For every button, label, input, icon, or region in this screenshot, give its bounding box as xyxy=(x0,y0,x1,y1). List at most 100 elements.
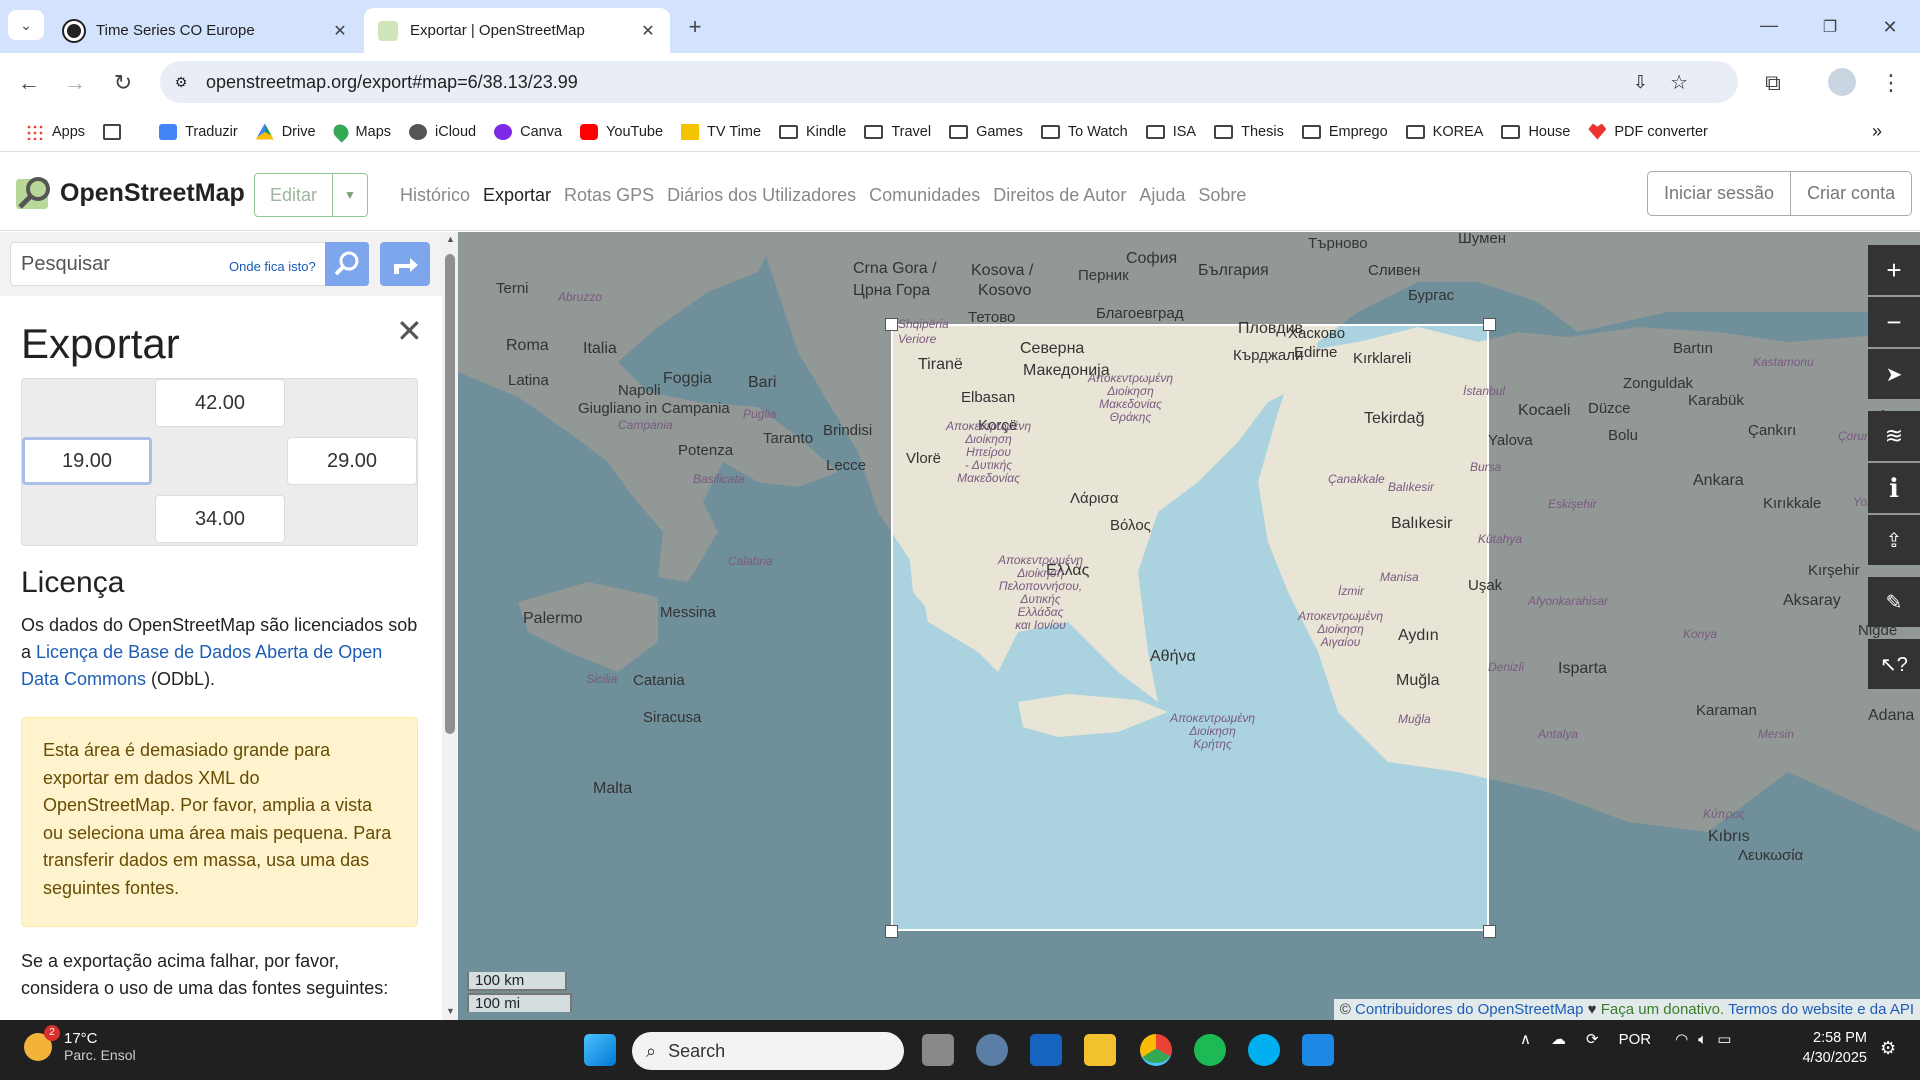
edit-button[interactable]: Editar ▼ xyxy=(254,173,368,217)
where-is-this-link[interactable]: Onde fica isto? xyxy=(229,259,316,274)
nav-link-7[interactable]: Sobre xyxy=(1198,185,1246,206)
browser-menu-icon[interactable]: ⋮ xyxy=(1876,68,1906,98)
locate-icon[interactable]: ➤ xyxy=(1868,349,1920,399)
selection-handle[interactable] xyxy=(885,318,898,331)
more-bookmarks-icon[interactable]: » xyxy=(1872,121,1882,142)
selection-handle[interactable] xyxy=(1483,318,1496,331)
sidebar-scrollbar[interactable]: ▲ ▼ xyxy=(442,232,458,1020)
spotify-icon[interactable] xyxy=(1194,1034,1226,1066)
donate-link[interactable]: Faça um donativo. xyxy=(1601,1001,1724,1018)
west-input[interactable]: 19.00 xyxy=(22,437,152,485)
outlook-icon[interactable] xyxy=(1030,1034,1062,1066)
bookmark-tv-time[interactable]: TV Time xyxy=(681,123,761,140)
close-sidebar-icon[interactable]: ✕ xyxy=(396,312,423,350)
search-input[interactable]: Pesquisar xyxy=(21,253,110,276)
tab-time-series[interactable]: Time Series CO Europe ✕ xyxy=(50,8,362,53)
chrome-icon[interactable] xyxy=(1140,1034,1172,1066)
address-bar[interactable]: ⚙ openstreetmap.org/export#map=6/38.13/2… xyxy=(160,61,1738,103)
share-icon[interactable]: ⇪ xyxy=(1868,515,1920,565)
bookmark-icloud[interactable]: iCloud xyxy=(409,123,476,140)
skype-icon[interactable] xyxy=(1248,1034,1280,1066)
wifi-icon[interactable]: ◠ xyxy=(1675,1030,1688,1048)
tray-chevron-icon[interactable]: ∧ xyxy=(1520,1030,1531,1048)
bookmark-tab-groups[interactable] xyxy=(103,123,129,140)
bookmark-games[interactable]: Games xyxy=(949,124,1023,140)
back-icon[interactable]: ← xyxy=(14,68,44,98)
bookmark-star-icon[interactable]: ☆ xyxy=(1670,70,1688,95)
bookmark-youtube[interactable]: YouTube xyxy=(580,123,663,140)
osm-logo[interactable]: OpenStreetMap xyxy=(14,173,245,213)
language-indicator[interactable]: POR xyxy=(1619,1031,1652,1048)
close-tab-icon[interactable]: ✕ xyxy=(636,19,660,43)
bookmark-apps[interactable]: Apps xyxy=(26,123,85,140)
volume-icon[interactable]: 🔈︎ xyxy=(1698,1031,1707,1048)
bookmark-maps[interactable]: Maps xyxy=(329,120,391,143)
notifications-icon[interactable]: ⚙ xyxy=(1880,1038,1896,1059)
bookmark-kindle[interactable]: Kindle xyxy=(779,124,846,140)
clock[interactable]: 2:58 PM 4/30/2025 xyxy=(1795,1028,1867,1068)
tab-osm-export[interactable]: Exportar | OpenStreetMap ✕ xyxy=(364,8,670,53)
signup-button[interactable]: Criar conta xyxy=(1791,172,1911,215)
query-features-icon[interactable]: ↖? xyxy=(1868,639,1920,689)
directions-button[interactable] xyxy=(380,242,430,286)
bookmark-traduzir[interactable]: Traduzir xyxy=(159,123,238,140)
bookmark-canva[interactable]: Canva xyxy=(494,123,562,140)
forward-icon[interactable]: → xyxy=(60,68,90,98)
edit-label[interactable]: Editar xyxy=(255,174,333,216)
task-view-icon[interactable] xyxy=(922,1034,954,1066)
battery-icon[interactable]: ▭ xyxy=(1717,1030,1731,1048)
vscode-icon[interactable] xyxy=(1302,1034,1334,1066)
file-explorer-icon[interactable] xyxy=(1084,1034,1116,1066)
nav-link-1[interactable]: Exportar xyxy=(483,185,551,206)
bookmark-emprego[interactable]: Emprego xyxy=(1301,124,1388,140)
zoom-in-icon[interactable]: + xyxy=(1868,245,1920,295)
zoom-out-icon[interactable]: − xyxy=(1868,297,1920,347)
restore-icon[interactable]: ❐ xyxy=(1815,12,1845,42)
north-input[interactable]: 42.00 xyxy=(155,379,285,427)
nav-link-4[interactable]: Comunidades xyxy=(869,185,980,206)
minimize-icon[interactable]: — xyxy=(1754,10,1784,40)
scrollbar-thumb[interactable] xyxy=(445,254,455,734)
sync-icon[interactable]: ⟳ xyxy=(1586,1030,1599,1048)
add-note-icon[interactable]: ✎ xyxy=(1868,577,1920,627)
map-canvas[interactable]: Roma Italia Napoli Latina Giugliano in Campa… xyxy=(458,232,1920,1020)
install-app-icon[interactable]: ⇩ xyxy=(1633,72,1648,93)
bookmark-house[interactable]: House xyxy=(1501,124,1570,140)
close-tab-icon[interactable]: ✕ xyxy=(328,19,352,43)
taskbar-search[interactable]: ⌕ Search xyxy=(632,1032,904,1070)
nav-link-2[interactable]: Rotas GPS xyxy=(564,185,654,206)
edit-dropdown-chevron-icon[interactable]: ▼ xyxy=(333,174,367,216)
onedrive-icon[interactable]: ☁ xyxy=(1551,1030,1566,1048)
nav-link-3[interactable]: Diários dos Utilizadores xyxy=(667,185,856,206)
contributors-link[interactable]: Contribuidores do OpenStreetMap xyxy=(1355,1001,1583,1018)
bookmark-thesis[interactable]: Thesis xyxy=(1214,124,1284,140)
nav-link-6[interactable]: Ajuda xyxy=(1139,185,1185,206)
windows-start-icon[interactable] xyxy=(584,1034,616,1066)
url-text[interactable]: openstreetmap.org/export#map=6/38.13/23.… xyxy=(206,72,578,93)
weather-widget[interactable]: 2 17°C Parc. Ensol xyxy=(24,1024,136,1063)
bookmark-pdf-converter[interactable]: PDF converter xyxy=(1588,123,1708,140)
search-field[interactable]: Pesquisar Onde fica isto? xyxy=(10,242,368,286)
bookmark-isa[interactable]: ISA xyxy=(1145,124,1196,140)
info-icon[interactable]: ℹ xyxy=(1868,463,1920,513)
bookmark-to-watch[interactable]: To Watch xyxy=(1040,124,1128,140)
layers-icon[interactable]: ≋ xyxy=(1868,411,1920,461)
site-info-icon[interactable]: ⚙ xyxy=(170,71,192,93)
search-button[interactable] xyxy=(325,242,369,286)
tab-search-chevron-icon[interactable]: ⌄ xyxy=(8,10,44,40)
selection-handle[interactable] xyxy=(1483,925,1496,938)
login-button[interactable]: Iniciar sessão xyxy=(1648,172,1792,215)
south-input[interactable]: 34.00 xyxy=(155,495,285,543)
new-tab-icon[interactable]: + xyxy=(680,12,710,42)
bookmark-drive[interactable]: Drive xyxy=(255,123,316,140)
reload-icon[interactable]: ↻ xyxy=(108,68,138,98)
terms-link[interactable]: Termos do website e da API xyxy=(1728,1001,1914,1018)
bookmark-korea[interactable]: KOREA xyxy=(1405,124,1483,140)
settings-icon[interactable] xyxy=(976,1034,1008,1066)
east-input[interactable]: 29.00 xyxy=(287,437,417,485)
profile-avatar[interactable] xyxy=(1828,68,1856,96)
nav-link-5[interactable]: Direitos de Autor xyxy=(993,185,1126,206)
bookmark-travel[interactable]: Travel xyxy=(864,124,931,140)
extensions-icon[interactable]: ⧉ xyxy=(1758,68,1788,98)
nav-link-0[interactable]: Histórico xyxy=(400,185,470,206)
